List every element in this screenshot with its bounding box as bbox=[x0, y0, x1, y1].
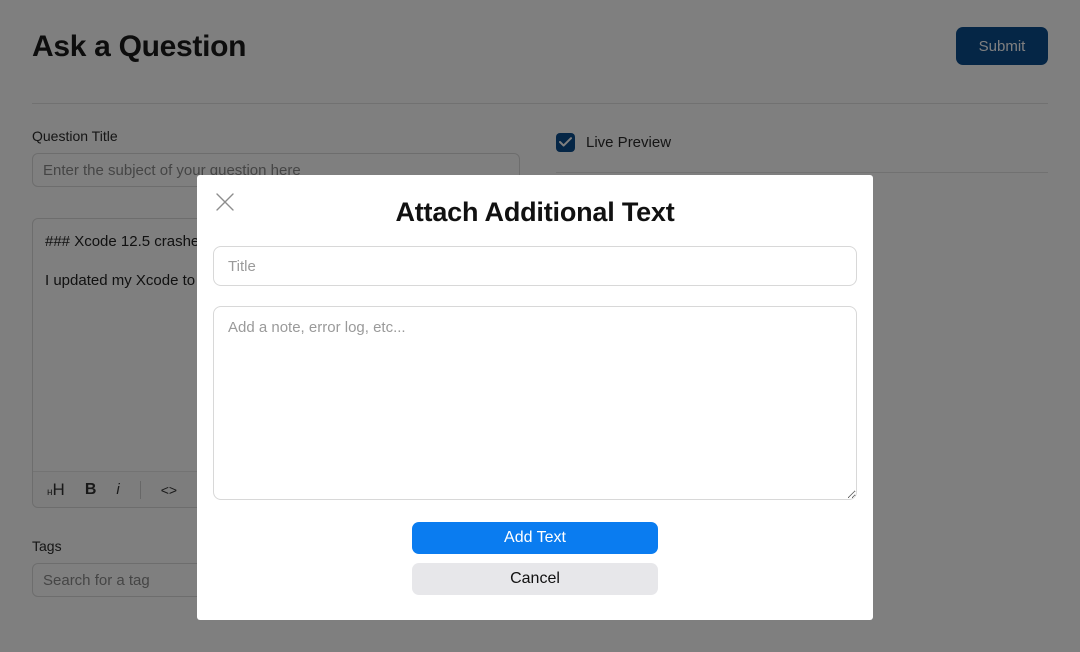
attachment-title-input[interactable] bbox=[213, 246, 857, 286]
attachment-note-textarea[interactable] bbox=[213, 306, 857, 500]
modal-title: Attach Additional Text bbox=[395, 197, 675, 227]
cancel-button[interactable]: Cancel bbox=[412, 563, 658, 595]
attach-text-modal: Attach Additional Text Add Text Cancel bbox=[197, 175, 873, 620]
modal-body: Add Text Cancel bbox=[197, 228, 873, 595]
add-text-button[interactable]: Add Text bbox=[412, 522, 658, 554]
close-icon[interactable] bbox=[211, 188, 239, 216]
app-root: Ask a Question Submit Question Title ###… bbox=[0, 0, 1080, 652]
modal-actions: Add Text Cancel bbox=[213, 522, 857, 595]
